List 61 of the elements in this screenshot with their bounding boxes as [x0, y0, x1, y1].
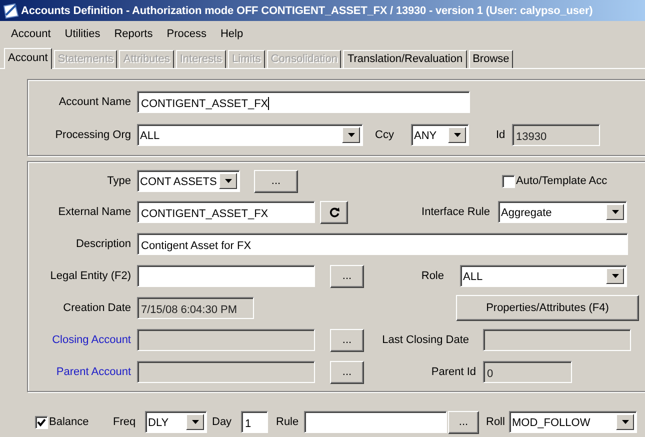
field-label: Account Name [58, 96, 131, 108]
caret-icon [612, 274, 618, 278]
caret-icon [348, 133, 354, 137]
text-field[interactable]: 1 [241, 411, 268, 433]
text-field[interactable] [304, 411, 447, 433]
browse-button[interactable]: ... [254, 170, 298, 192]
caret-icon [224, 179, 232, 183]
field-label: Description [74, 238, 131, 250]
field-label: External Name [57, 206, 131, 218]
tab[interactable]: Translation/Revaluation [343, 50, 467, 68]
checkbox[interactable] [502, 174, 515, 188]
menu-item[interactable]: Account [4, 28, 58, 40]
browse-button[interactable]: ... [448, 410, 479, 434]
checkbox[interactable] [35, 416, 48, 428]
checkbox-label: Balance [49, 416, 90, 428]
tab[interactable]: Browse [468, 50, 514, 68]
field-label: Ccy [375, 129, 395, 141]
field-label: Id [496, 129, 506, 141]
field-label: Parent Account [55, 366, 131, 378]
field-label: Closing Account [51, 334, 131, 346]
caret-icon [622, 420, 628, 424]
properties-button[interactable]: Properties/Attributes (F4) [456, 295, 639, 321]
dropdown[interactable]: MOD_FOLLOW [509, 411, 637, 433]
dropdown[interactable]: Aggregate [498, 201, 627, 223]
dropdown[interactable]: ALL [137, 124, 363, 146]
tab[interactable]: Account [4, 48, 52, 69]
field-label: Roll [486, 416, 506, 428]
dropdown[interactable]: DLY [145, 411, 207, 433]
document-icon [3, 2, 19, 18]
field-label: Last Closing Date [381, 334, 469, 346]
caret-icon [192, 420, 198, 424]
field-label: Legal Entity (F2) [49, 270, 131, 282]
browse-button[interactable]: ... [330, 264, 364, 288]
dropdown[interactable]: ANY [411, 124, 469, 146]
browse-button[interactable]: ... [330, 328, 364, 352]
field-label: Parent Id [430, 366, 476, 378]
field-label: Rule [276, 416, 300, 428]
checkbox-label: Auto/Template Acc [516, 175, 608, 187]
caret-icon [454, 133, 460, 137]
text-field[interactable]: Contigent Asset for FX [137, 233, 628, 255]
browse-button[interactable]: ... [330, 360, 364, 384]
field-label: Interface Rule [420, 206, 490, 218]
menu-item[interactable]: Reports [107, 28, 160, 40]
field-label: Creation Date [62, 302, 131, 314]
caret-icon [612, 210, 618, 214]
field-label: Role [420, 270, 444, 282]
field-label: Day [212, 416, 233, 428]
field-label: Type [106, 175, 131, 187]
dropdown[interactable]: CONT ASSETS [137, 170, 240, 192]
field-label: Freq [113, 416, 137, 428]
menu-item[interactable]: Help [213, 28, 250, 40]
text-field[interactable]: CONTIGENT_ASSET_FX [137, 91, 470, 113]
menu-item[interactable]: Utilities [58, 28, 108, 40]
dropdown[interactable]: ALL [460, 265, 627, 287]
text-field[interactable] [137, 265, 315, 287]
window-title: Accounts Definition - Authorization mode OFF CONTIGENT_ASSET_FX / 13930 - version 1 (User: calypso_user) [21, 4, 593, 16]
refresh-icon [328, 206, 340, 218]
text-field[interactable]: CONTIGENT_ASSET_FX [137, 201, 315, 223]
refresh-button[interactable] [320, 200, 348, 224]
menu-item[interactable]: Process [160, 28, 214, 40]
field-label: Processing Org [54, 129, 131, 141]
